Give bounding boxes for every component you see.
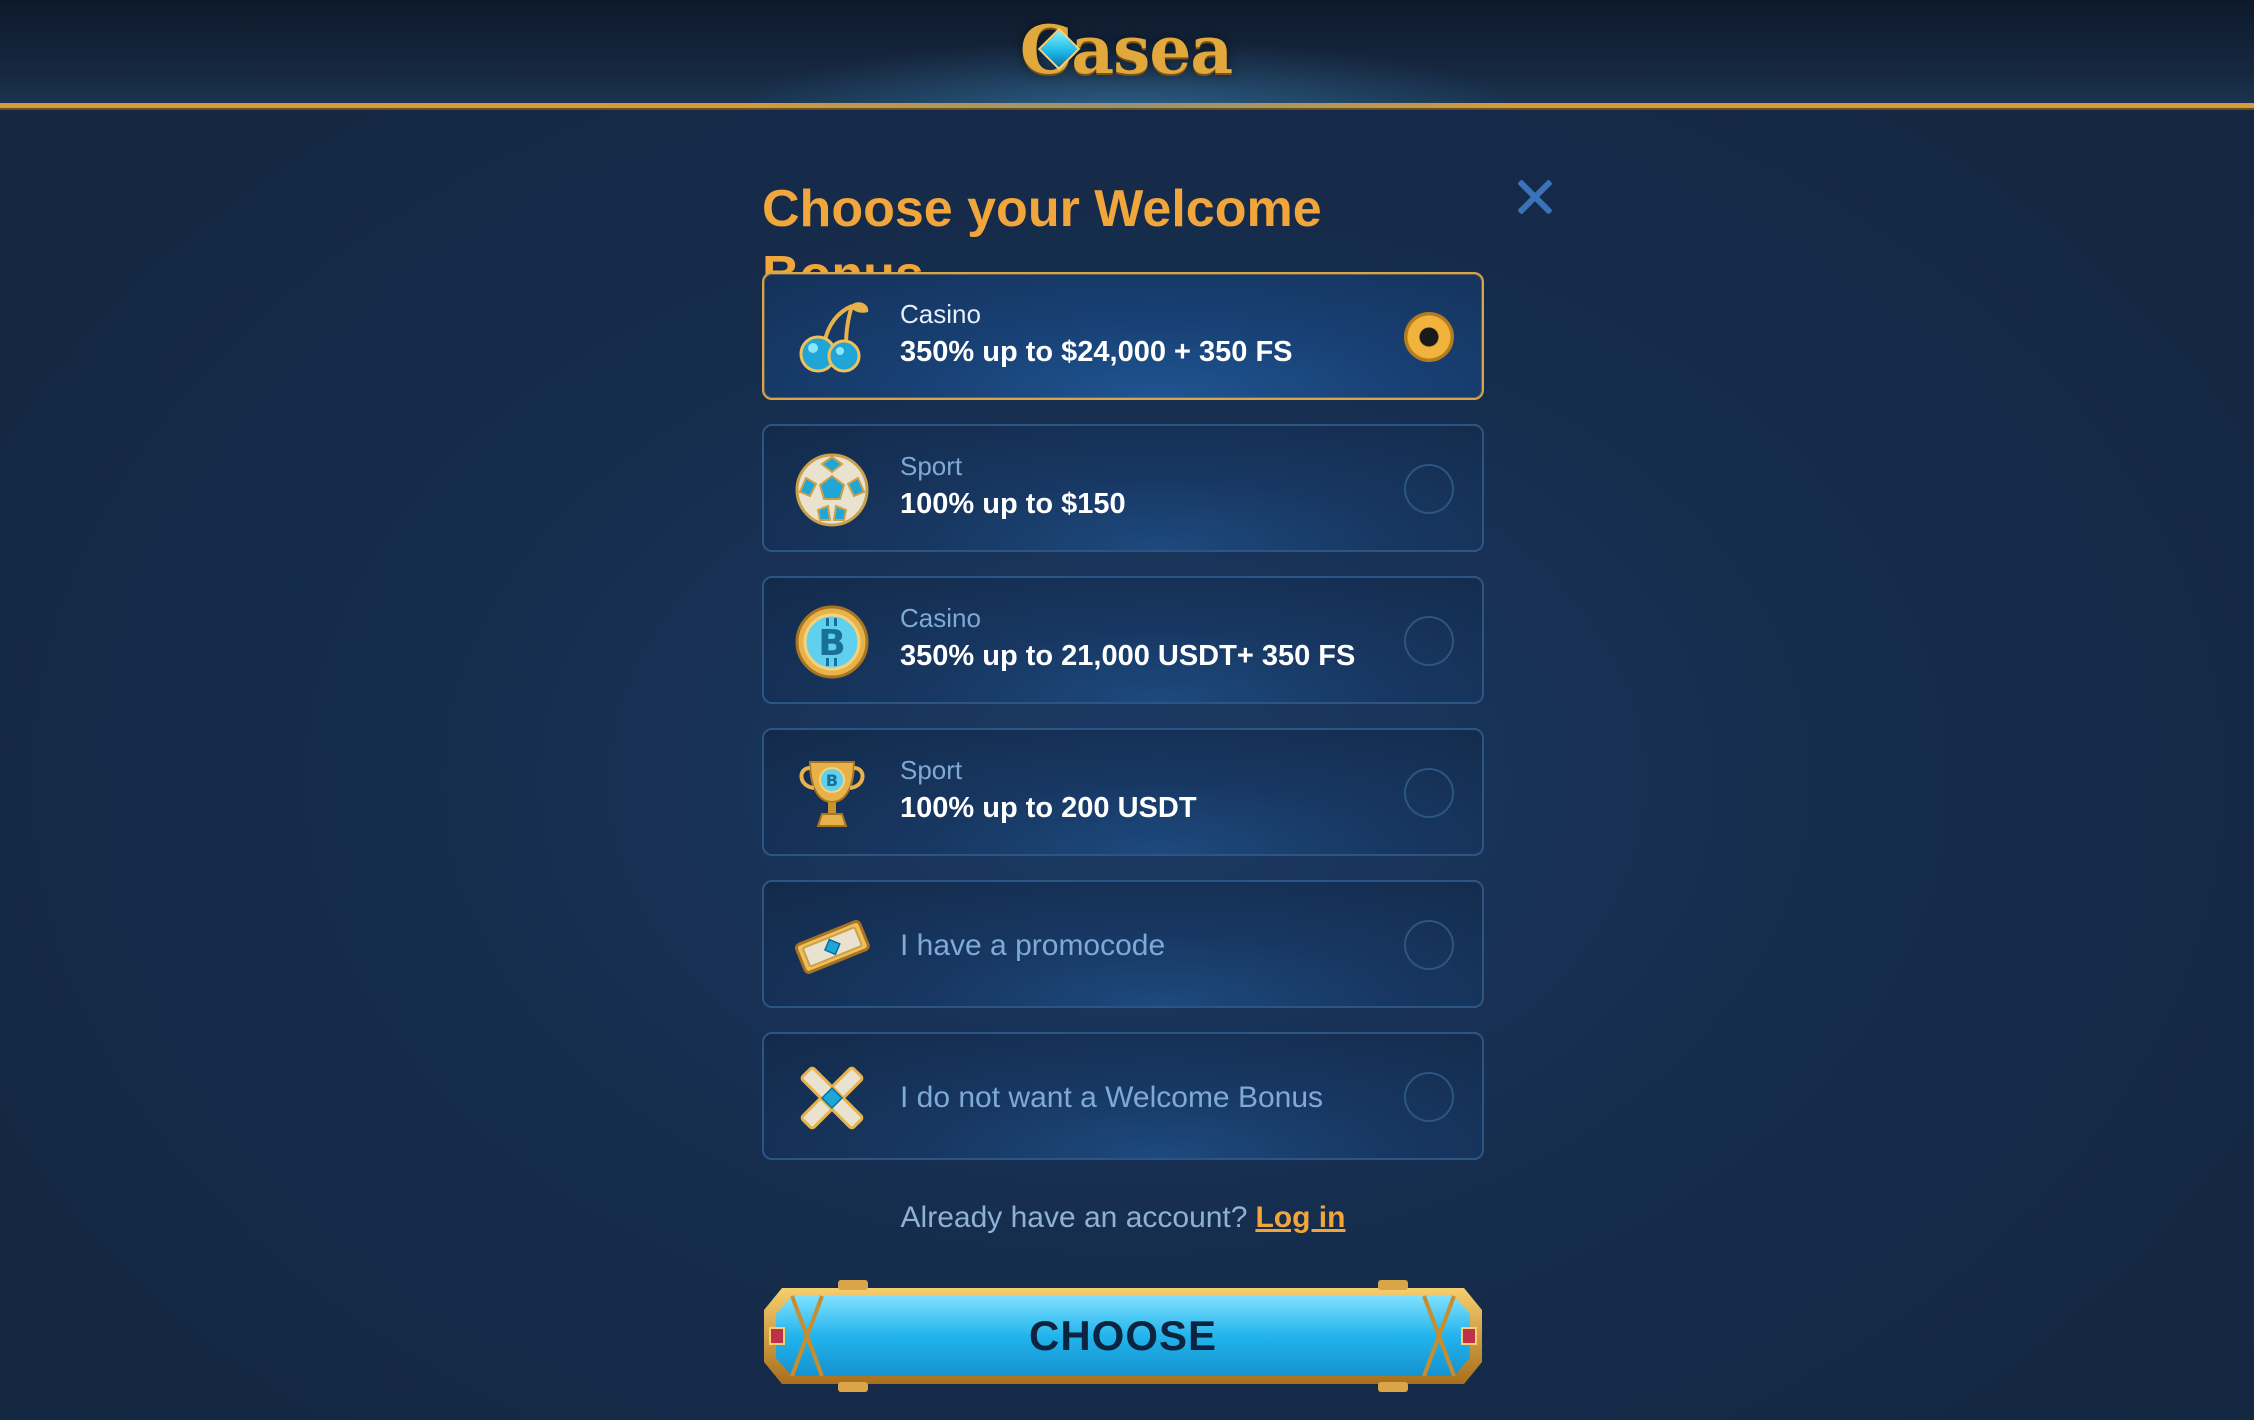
- modal-title: Choose your Welcome Bonus: [762, 180, 1322, 304]
- soccer-ball-icon: [795, 453, 869, 527]
- option-category: Casino: [900, 603, 981, 633]
- svg-text:B: B: [826, 771, 838, 790]
- bonus-option-no-bonus[interactable]: I do not want a Welcome Bonus: [762, 1032, 1484, 1160]
- cross-icon: [800, 1066, 864, 1130]
- option-category: Sport: [900, 755, 963, 785]
- trophy-icon: B: [799, 761, 865, 827]
- bonus-option-sport-fiat[interactable]: Sport 100% up to $150: [762, 424, 1484, 552]
- choose-button-label: CHOOSE: [1028, 1312, 1218, 1359]
- ticket-icon: [794, 919, 870, 974]
- cherries-icon: [799, 302, 869, 373]
- login-prompt-text: Already have an account?: [900, 1201, 1248, 1234]
- option-value: 100% up to $150: [900, 488, 1126, 520]
- radio-selected[interactable]: [1404, 312, 1454, 362]
- radio-unselected[interactable]: [1404, 920, 1454, 970]
- option-value: 100% up to 200 USDT: [900, 792, 1197, 824]
- option-text: Casino 350% up to $24,000 + 350 FS: [900, 298, 1382, 372]
- option-value: 350% up to 21,000 USDT+ 350 FS: [900, 640, 1356, 672]
- close-button[interactable]: [1512, 174, 1558, 220]
- option-label: I have a promocode: [900, 929, 1166, 962]
- option-category: Casino: [900, 299, 981, 329]
- login-prompt-row: Already have an account? Log in: [762, 1194, 1484, 1242]
- option-label: I do not want a Welcome Bonus: [900, 1081, 1324, 1114]
- bitcoin-coin-icon: B: [795, 605, 869, 679]
- login-link[interactable]: Log in: [1255, 1201, 1345, 1234]
- bonus-options-list: Casino 350% up to $24,000 + 350 FS Sport…: [762, 272, 1484, 1184]
- option-category: Sport: [900, 451, 963, 481]
- bonus-option-promocode[interactable]: I have a promocode: [762, 880, 1484, 1008]
- option-text: Sport 100% up to 200 USDT: [900, 754, 1382, 828]
- option-text: Casino 350% up to 21,000 USDT+ 350 FS: [900, 602, 1382, 676]
- bonus-option-sport-crypto[interactable]: B Sport 100% up to 200 USDT: [762, 728, 1484, 856]
- option-text: Sport 100% up to $150: [900, 450, 1382, 524]
- casea-logo[interactable]: Casea: [1016, 8, 1236, 92]
- radio-unselected[interactable]: [1404, 768, 1454, 818]
- radio-unselected[interactable]: [1404, 1072, 1454, 1122]
- bonus-option-casino-fiat[interactable]: Casino 350% up to $24,000 + 350 FS: [762, 272, 1484, 400]
- choose-button[interactable]: CHOOSE: [762, 1280, 1484, 1392]
- top-header: Casea: [0, 0, 2254, 108]
- option-value: 350% up to $24,000 + 350 FS: [900, 336, 1293, 368]
- radio-unselected[interactable]: [1404, 616, 1454, 666]
- svg-text:B: B: [818, 623, 845, 664]
- bonus-option-casino-crypto[interactable]: B Casino 350% up to 21,000 USDT+ 350 FS: [762, 576, 1484, 704]
- radio-unselected[interactable]: [1404, 464, 1454, 514]
